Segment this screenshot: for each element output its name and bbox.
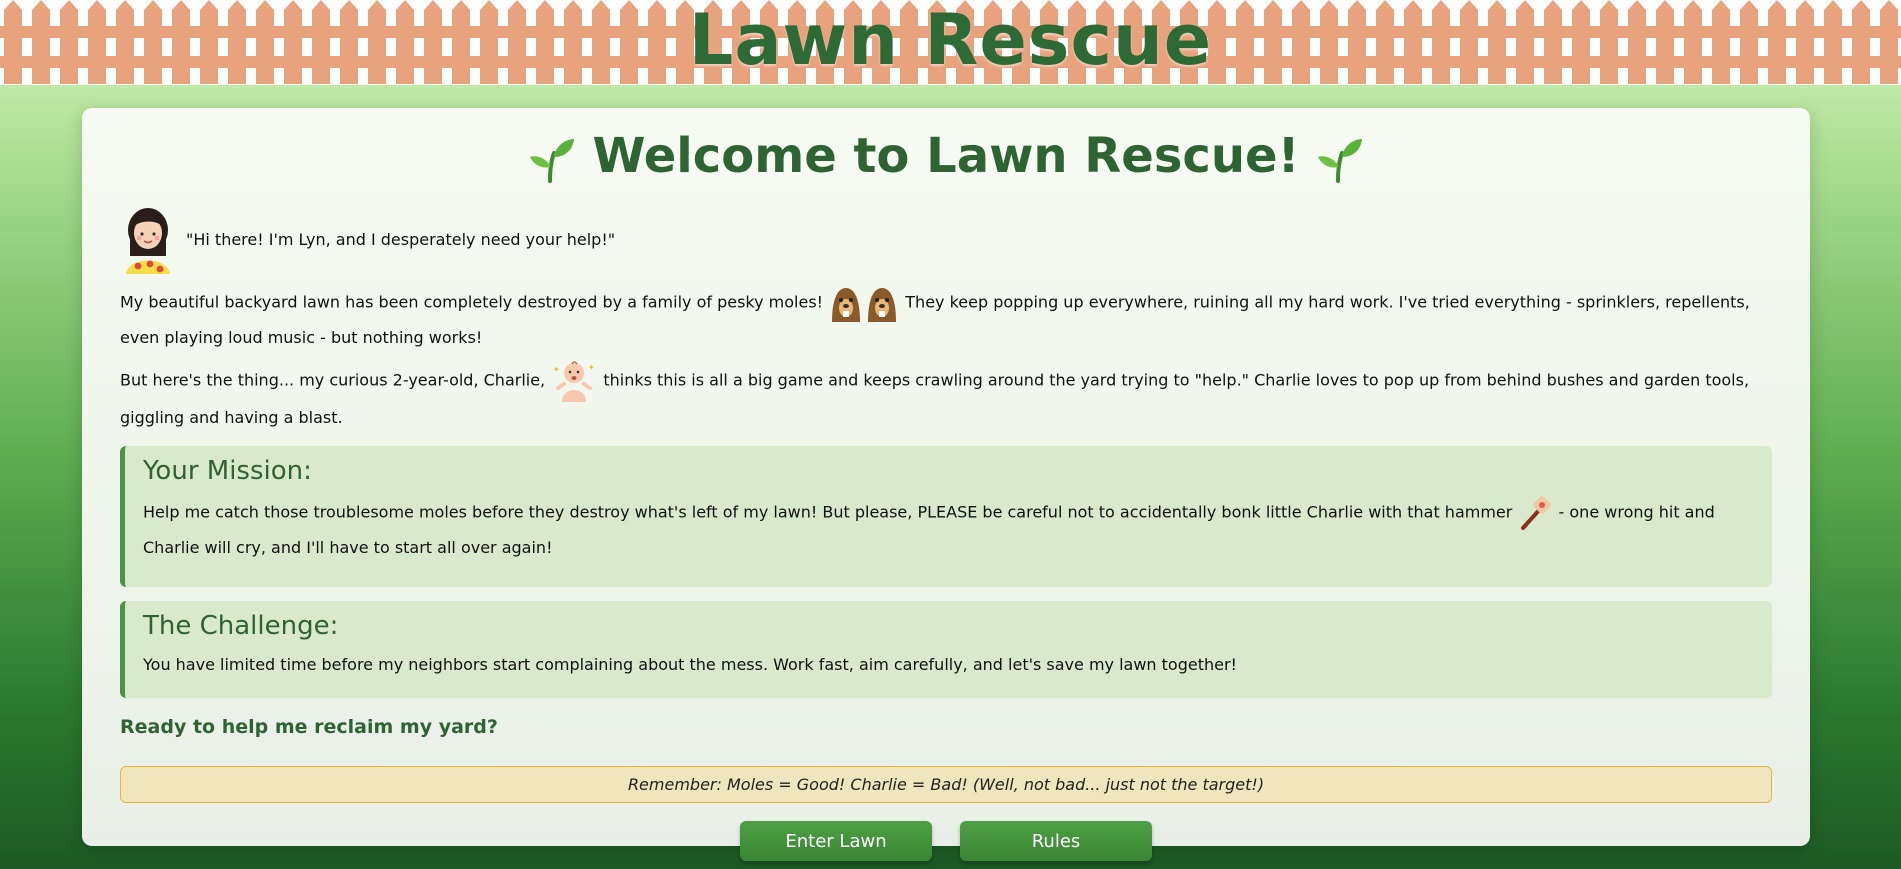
- seedling-icon: [1318, 139, 1363, 183]
- svg-text:✦: ✦: [553, 365, 560, 374]
- lyn-intro: "Hi there! I'm Lyn, and I desperately ne…: [120, 204, 1772, 274]
- lyn-quote: "Hi there! I'm Lyn, and I desperately ne…: [186, 229, 616, 249]
- story-text: My beautiful backyard lawn has been comp…: [120, 292, 824, 312]
- rules-button[interactable]: Rules: [960, 821, 1152, 861]
- mole-icon: [868, 288, 897, 322]
- challenge-heading: The Challenge:: [143, 611, 339, 641]
- baby-icon: ✦ ✦: [553, 361, 595, 402]
- intro-panel: Welcome to Lawn Rescue! "Hi there! I'm L…: [82, 108, 1810, 861]
- enter-lawn-button[interactable]: Enter Lawn: [740, 821, 932, 861]
- action-buttons: Enter Lawn Rules: [120, 821, 1772, 861]
- welcome-title: Welcome to Lawn Rescue!: [592, 128, 1300, 184]
- welcome-heading: Welcome to Lawn Rescue!: [120, 120, 1772, 192]
- reminder-banner: Remember: Moles = Good! Charlie = Bad! (…: [120, 766, 1772, 803]
- story-text: But here's the thing... my curious 2-yea…: [120, 370, 546, 390]
- woman-icon: [126, 208, 170, 274]
- mission-heading: Your Mission:: [143, 456, 312, 486]
- story-paragraph-charlie: But here's the thing... my curious 2-yea…: [120, 360, 1772, 434]
- ready-prompt: Ready to help me reclaim my yard?: [120, 716, 498, 738]
- mission-text: Help me catch those troublesome moles be…: [143, 494, 1754, 564]
- mole-icon: [832, 288, 861, 322]
- mission-text-part: Help me catch those troublesome moles be…: [143, 502, 1513, 522]
- story-paragraph-moles: My beautiful backyard lawn has been comp…: [120, 284, 1772, 354]
- mission-box: Your Mission: Help me catch those troubl…: [120, 446, 1772, 587]
- challenge-text: You have limited time before my neighbor…: [143, 655, 1237, 674]
- hammer-icon: [1521, 496, 1552, 530]
- site-title: Lawn Rescue: [688, 0, 1213, 81]
- challenge-box: The Challenge: You have limited time bef…: [120, 601, 1772, 698]
- svg-text:✦: ✦: [588, 363, 595, 372]
- seedling-icon: [529, 139, 574, 183]
- fence-banner: Lawn Rescue: [0, 0, 1901, 85]
